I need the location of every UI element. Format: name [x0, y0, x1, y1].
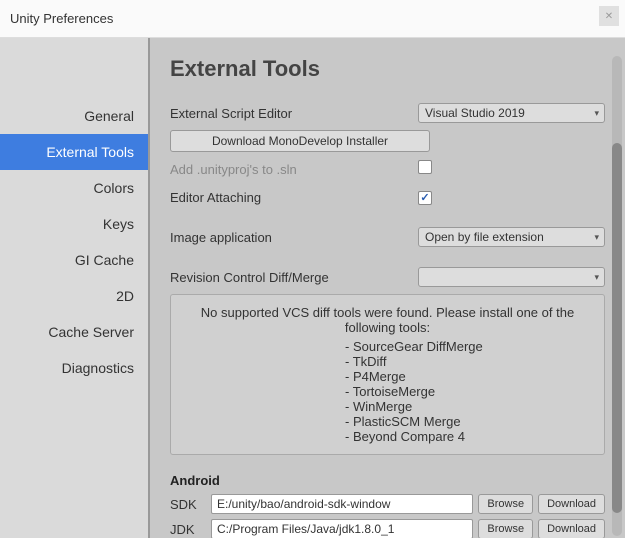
jdk-label: JDK [170, 522, 206, 537]
sidebar-item-external-tools[interactable]: External Tools [0, 134, 148, 170]
download-monodevelop-button[interactable]: Download MonoDevelop Installer [170, 130, 430, 152]
window-title: Unity Preferences [10, 11, 113, 26]
close-icon: ✕ [605, 11, 613, 22]
titlebar: Unity Preferences ✕ [0, 0, 625, 38]
sdk-label: SDK [170, 497, 206, 512]
script-editor-dropdown[interactable]: Visual Studio 2019 [418, 103, 605, 123]
sidebar-item-cache-server[interactable]: Cache Server [0, 314, 148, 350]
vcs-tools-list: SourceGear DiffMerge TkDiff P4Merge Tort… [185, 339, 590, 444]
sidebar-item-gi-cache[interactable]: GI Cache [0, 242, 148, 278]
sdk-browse-button[interactable]: Browse [478, 494, 533, 514]
jdk-browse-button[interactable]: Browse [478, 519, 533, 538]
sidebar: General External Tools Colors Keys GI Ca… [0, 38, 150, 538]
sdk-download-button[interactable]: Download [538, 494, 605, 514]
content-panel: External Tools External Script Editor Vi… [150, 38, 625, 538]
add-unityproj-label: Add .unityproj's to .sln [170, 162, 418, 177]
android-header: Android [170, 473, 605, 488]
close-button[interactable]: ✕ [599, 6, 619, 26]
revision-control-label: Revision Control Diff/Merge [170, 270, 418, 285]
add-unityproj-checkbox[interactable] [418, 160, 432, 174]
sdk-input[interactable]: E:/unity/bao/android-sdk-window [211, 494, 473, 514]
scrollbar-thumb[interactable] [612, 143, 622, 513]
jdk-input[interactable]: C:/Program Files/Java/jdk1.8.0_1 [211, 519, 473, 538]
sidebar-item-colors[interactable]: Colors [0, 170, 148, 206]
image-app-label: Image application [170, 230, 418, 245]
script-editor-label: External Script Editor [170, 106, 418, 121]
sidebar-item-keys[interactable]: Keys [0, 206, 148, 242]
editor-attaching-checkbox[interactable] [418, 191, 432, 205]
sidebar-item-2d[interactable]: 2D [0, 278, 148, 314]
image-app-value: Open by file extension [425, 230, 544, 244]
jdk-download-button[interactable]: Download [538, 519, 605, 538]
page-title: External Tools [170, 56, 605, 82]
image-app-dropdown[interactable]: Open by file extension [418, 227, 605, 247]
sidebar-item-diagnostics[interactable]: Diagnostics [0, 350, 148, 386]
sidebar-item-general[interactable]: General [0, 98, 148, 134]
script-editor-value: Visual Studio 2019 [425, 106, 525, 120]
vcs-info-box: No supported VCS diff tools were found. … [170, 294, 605, 455]
editor-attaching-label: Editor Attaching [170, 190, 418, 205]
scrollbar[interactable] [612, 56, 622, 536]
vcs-info-text: No supported VCS diff tools were found. … [185, 305, 590, 335]
revision-control-dropdown[interactable] [418, 267, 605, 287]
